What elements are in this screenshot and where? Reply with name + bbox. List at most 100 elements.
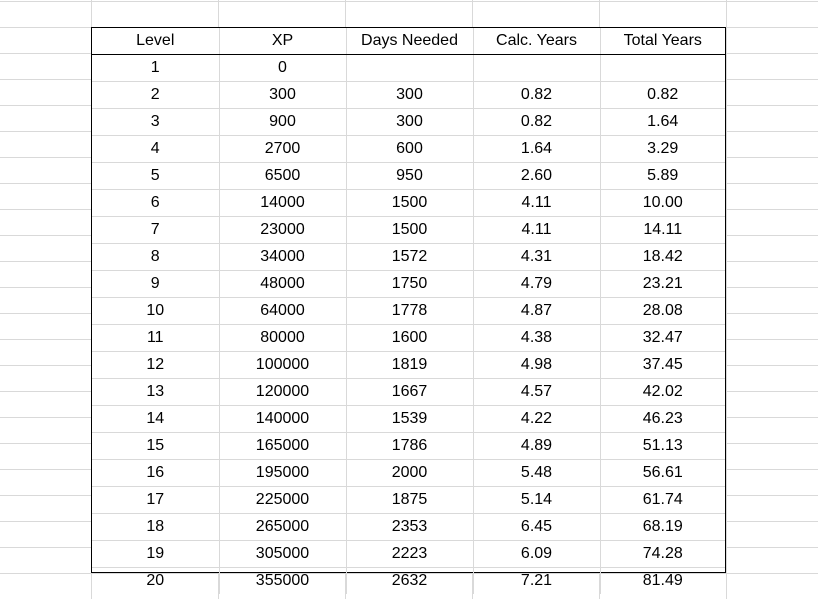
xp-cell[interactable]: 120000 xyxy=(219,378,347,406)
total-years-cell[interactable]: 10.00 xyxy=(600,189,725,217)
xp-cell[interactable]: 23000 xyxy=(219,216,347,244)
level-cell[interactable]: 6 xyxy=(92,189,220,217)
total-years-cell[interactable] xyxy=(600,54,725,82)
calc-years-cell[interactable]: 5.48 xyxy=(473,459,601,487)
days-needed-cell[interactable]: 1819 xyxy=(346,351,474,379)
days-needed-cell[interactable]: 2353 xyxy=(346,513,474,541)
level-cell[interactable]: 19 xyxy=(92,540,220,568)
header-total-years[interactable]: Total Years xyxy=(600,28,725,55)
total-years-cell[interactable]: 46.23 xyxy=(600,405,725,433)
days-needed-cell[interactable]: 2632 xyxy=(346,567,474,594)
calc-years-cell[interactable]: 1.64 xyxy=(473,135,601,163)
calc-years-cell[interactable]: 5.14 xyxy=(473,486,601,514)
xp-cell[interactable]: 305000 xyxy=(219,540,347,568)
xp-cell[interactable]: 0 xyxy=(219,54,347,82)
level-cell[interactable]: 18 xyxy=(92,513,220,541)
xp-cell[interactable]: 355000 xyxy=(219,567,347,594)
xp-cell[interactable]: 300 xyxy=(219,81,347,109)
total-years-cell[interactable]: 61.74 xyxy=(600,486,725,514)
calc-years-cell[interactable]: 0.82 xyxy=(473,81,601,109)
header-days-needed[interactable]: Days Needed xyxy=(346,28,474,55)
level-cell[interactable]: 3 xyxy=(92,108,220,136)
level-cell[interactable]: 12 xyxy=(92,351,220,379)
level-cell[interactable]: 8 xyxy=(92,243,220,271)
days-needed-cell[interactable]: 950 xyxy=(346,162,474,190)
days-needed-cell[interactable]: 1539 xyxy=(346,405,474,433)
days-needed-cell[interactable]: 1667 xyxy=(346,378,474,406)
level-cell[interactable]: 7 xyxy=(92,216,220,244)
total-years-cell[interactable]: 0.82 xyxy=(600,81,725,109)
level-cell[interactable]: 2 xyxy=(92,81,220,109)
calc-years-cell[interactable]: 4.79 xyxy=(473,270,601,298)
days-needed-cell[interactable]: 1500 xyxy=(346,216,474,244)
total-years-cell[interactable]: 81.49 xyxy=(600,568,725,595)
level-cell[interactable]: 16 xyxy=(92,459,220,487)
xp-cell[interactable]: 34000 xyxy=(219,243,347,271)
level-cell[interactable]: 1 xyxy=(92,54,220,82)
xp-cell[interactable]: 64000 xyxy=(219,297,347,325)
days-needed-cell[interactable]: 2223 xyxy=(346,540,474,568)
level-cell[interactable]: 5 xyxy=(92,162,220,190)
xp-cell[interactable]: 165000 xyxy=(219,432,347,460)
total-years-cell[interactable]: 74.28 xyxy=(600,540,725,568)
calc-years-cell[interactable]: 4.22 xyxy=(473,405,601,433)
level-cell[interactable]: 10 xyxy=(92,297,220,325)
total-years-cell[interactable]: 3.29 xyxy=(600,135,725,163)
level-cell[interactable]: 9 xyxy=(92,270,220,298)
level-cell[interactable]: 14 xyxy=(92,405,220,433)
total-years-cell[interactable]: 28.08 xyxy=(600,297,725,325)
header-calc-years[interactable]: Calc. Years xyxy=(473,28,601,55)
total-years-cell[interactable]: 5.89 xyxy=(600,162,725,190)
calc-years-cell[interactable] xyxy=(473,54,601,82)
xp-cell[interactable]: 14000 xyxy=(219,189,347,217)
level-cell[interactable]: 11 xyxy=(92,324,220,352)
total-years-cell[interactable]: 32.47 xyxy=(600,324,725,352)
header-level[interactable]: Level xyxy=(92,28,220,55)
calc-years-cell[interactable]: 6.09 xyxy=(473,540,601,568)
calc-years-cell[interactable]: 6.45 xyxy=(473,513,601,541)
calc-years-cell[interactable]: 4.11 xyxy=(473,216,601,244)
days-needed-cell[interactable]: 1875 xyxy=(346,486,474,514)
total-years-cell[interactable]: 1.64 xyxy=(600,108,725,136)
total-years-cell[interactable]: 18.42 xyxy=(600,243,725,271)
xp-cell[interactable]: 225000 xyxy=(219,486,347,514)
calc-years-cell[interactable]: 2.60 xyxy=(473,162,601,190)
total-years-cell[interactable]: 37.45 xyxy=(600,351,725,379)
total-years-cell[interactable]: 14.11 xyxy=(600,216,725,244)
header-xp[interactable]: XP xyxy=(219,28,347,55)
xp-cell[interactable]: 140000 xyxy=(219,405,347,433)
days-needed-cell[interactable]: 300 xyxy=(346,81,474,109)
xp-cell[interactable]: 6500 xyxy=(219,162,347,190)
calc-years-cell[interactable]: 4.89 xyxy=(473,432,601,460)
level-cell[interactable]: 13 xyxy=(92,378,220,406)
total-years-cell[interactable]: 23.21 xyxy=(600,270,725,298)
calc-years-cell[interactable]: 0.82 xyxy=(473,108,601,136)
calc-years-cell[interactable]: 4.98 xyxy=(473,351,601,379)
calc-years-cell[interactable]: 7.21 xyxy=(473,567,601,594)
calc-years-cell[interactable]: 4.38 xyxy=(473,324,601,352)
calc-years-cell[interactable]: 4.11 xyxy=(473,189,601,217)
xp-cell[interactable]: 100000 xyxy=(219,351,347,379)
level-cell[interactable]: 4 xyxy=(92,135,220,163)
xp-cell[interactable]: 48000 xyxy=(219,270,347,298)
total-years-cell[interactable]: 56.61 xyxy=(600,459,725,487)
days-needed-cell[interactable]: 1500 xyxy=(346,189,474,217)
days-needed-cell[interactable]: 1750 xyxy=(346,270,474,298)
days-needed-cell[interactable]: 1786 xyxy=(346,432,474,460)
total-years-cell[interactable]: 42.02 xyxy=(600,378,725,406)
xp-cell[interactable]: 265000 xyxy=(219,513,347,541)
xp-cell[interactable]: 80000 xyxy=(219,324,347,352)
days-needed-cell[interactable]: 1778 xyxy=(346,297,474,325)
xp-cell[interactable]: 195000 xyxy=(219,459,347,487)
level-cell[interactable]: 15 xyxy=(92,432,220,460)
days-needed-cell[interactable]: 300 xyxy=(346,108,474,136)
days-needed-cell[interactable]: 2000 xyxy=(346,459,474,487)
days-needed-cell[interactable] xyxy=(346,54,474,82)
calc-years-cell[interactable]: 4.31 xyxy=(473,243,601,271)
days-needed-cell[interactable]: 600 xyxy=(346,135,474,163)
xp-cell[interactable]: 2700 xyxy=(219,135,347,163)
calc-years-cell[interactable]: 4.87 xyxy=(473,297,601,325)
calc-years-cell[interactable]: 4.57 xyxy=(473,378,601,406)
days-needed-cell[interactable]: 1572 xyxy=(346,243,474,271)
level-cell[interactable]: 20 xyxy=(92,567,220,594)
